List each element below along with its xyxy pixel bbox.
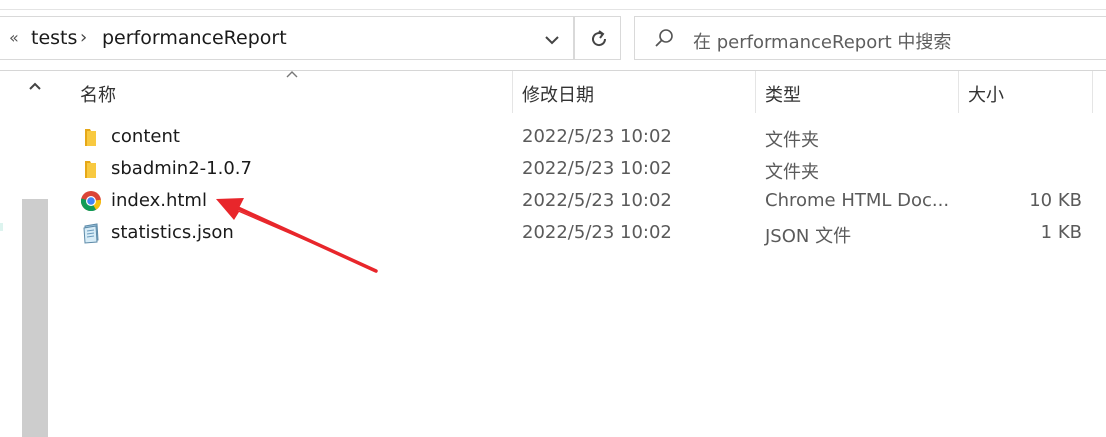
file-modified: 2022/5/23 10:02 [522,190,672,211]
column-divider[interactable] [512,71,513,113]
navigation-pane[interactable] [0,71,22,437]
nav-selection-mark [0,223,3,231]
column-header-modified[interactable]: 修改日期 [522,71,752,113]
column-divider[interactable] [755,71,756,113]
search-input[interactable]: 在 performanceReport 中搜索 [634,16,1106,60]
file-type: 文件夹 [765,130,819,151]
breadcrumb-performance-report[interactable]: performanceReport [102,27,287,49]
scroll-up-icon[interactable] [27,79,43,93]
window-top-border [0,9,1106,10]
file-name[interactable]: sbadmin2-1.0.7 [111,158,252,179]
file-modified: 2022/5/23 10:02 [522,158,672,179]
address-history-dropdown[interactable] [538,29,566,51]
chrome-icon [80,191,101,212]
file-row-sbadmin2[interactable]: sbadmin2-1.0.7 2022/5/23 10:02 文件夹 [72,153,1098,185]
breadcrumb-overflow-button[interactable]: « [9,28,19,47]
column-divider[interactable] [1092,71,1093,113]
file-name[interactable]: index.html [111,190,207,211]
refresh-button[interactable] [574,16,621,60]
column-divider[interactable] [958,71,959,113]
column-header-name[interactable]: 名称 [80,71,510,113]
file-type: 文件夹 [765,162,819,183]
json-file-icon [83,223,99,244]
scrollbar-thumb[interactable] [22,199,48,437]
breadcrumb-tests[interactable]: tests [31,27,77,49]
file-type: Chrome HTML Doc... [765,190,950,211]
file-row-statistics-json[interactable]: statistics.json 2022/5/23 10:02 JSON 文件 … [72,217,1098,249]
chevron-down-icon [545,36,559,45]
file-modified: 2022/5/23 10:02 [522,126,672,147]
file-name[interactable]: content [111,126,180,147]
file-row-index-html[interactable]: index.html 2022/5/23 10:02 Chrome HTML D… [72,185,1098,217]
file-name[interactable]: statistics.json [111,222,234,243]
column-header-size[interactable]: 大小 [968,71,1088,113]
file-modified: 2022/5/23 10:02 [522,222,672,243]
file-explorer-window: « tests › performanceReport 在 performanc… [0,0,1106,437]
search-icon [655,29,673,47]
refresh-icon [592,30,607,47]
folder-icon [85,129,96,146]
breadcrumb-chevron-icon[interactable]: › [80,27,87,48]
address-bar[interactable]: « tests › performanceReport [0,16,574,60]
column-header-type[interactable]: 类型 [765,71,955,113]
folder-icon [85,161,96,178]
search-placeholder: 在 performanceReport 中搜索 [693,32,952,53]
file-row-content[interactable]: content 2022/5/23 10:02 文件夹 [72,121,1098,153]
file-type: JSON 文件 [765,226,852,247]
file-size: 1 KB [1040,222,1082,243]
file-size: 10 KB [1029,190,1082,211]
